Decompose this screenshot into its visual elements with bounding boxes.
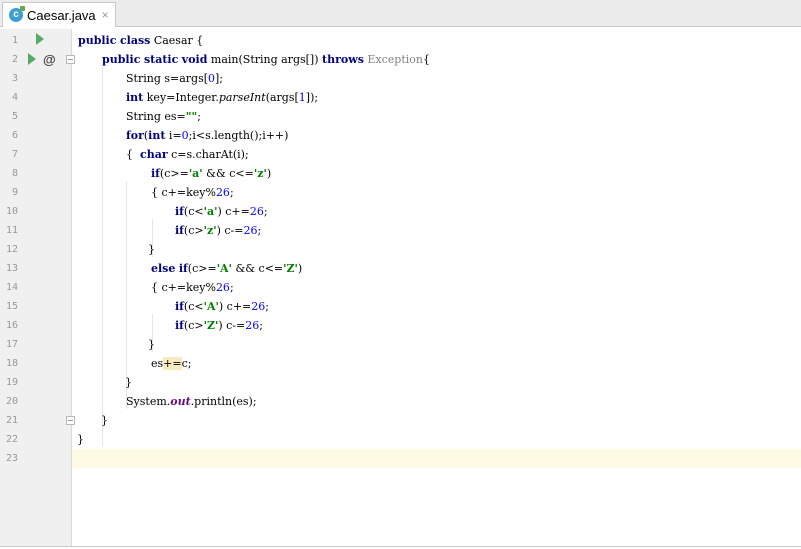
tab-caesar-java[interactable]: c Caesar.java × — [2, 2, 116, 27]
code-text: if(c>'Z') c-=26; — [175, 319, 263, 332]
code-line: 22 } — [0, 430, 801, 449]
code-text: System.out.println(es); — [126, 395, 257, 408]
code-line: 6 for(int i=0;i<s.length();i++) — [0, 126, 801, 145]
code-text: public class Caesar { — [78, 34, 204, 47]
code-line: 14 { c+=key%26; — [0, 278, 801, 297]
line-number: 18 — [5, 358, 18, 369]
line-number: 9 — [11, 187, 18, 198]
run-icon[interactable] — [28, 53, 36, 65]
code-text: es+=c; — [151, 357, 192, 370]
code-text: int key=Integer.parseInt(args[1]); — [126, 91, 319, 104]
line-number: 19 — [5, 377, 18, 388]
fold-icon[interactable] — [66, 416, 75, 425]
code-text: String s=args[0]; — [126, 72, 224, 85]
editor-tab-bar: c Caesar.java × — [0, 0, 801, 27]
line-number: 10 — [5, 206, 18, 217]
line-number: 22 — [5, 434, 18, 445]
line-number: 4 — [11, 92, 18, 103]
line-number: 5 — [11, 111, 18, 122]
line-number: 23 — [5, 453, 18, 464]
code-text: if(c<'A') c+=26; — [175, 300, 269, 313]
code-text: { c+=key%26; — [151, 281, 234, 294]
line-number: 12 — [5, 244, 18, 255]
line-number: 13 — [5, 263, 18, 274]
line-number: 17 — [5, 339, 18, 350]
line-number: 2 — [11, 54, 18, 65]
code-line: 4 int key=Integer.parseInt(args[1]); — [0, 88, 801, 107]
code-line: 16 if(c>'Z') c-=26; — [0, 316, 801, 335]
code-text: } — [125, 376, 132, 389]
line-number: 1 — [11, 35, 18, 46]
code-line: 9 { c+=key%26; — [0, 183, 801, 202]
line-number: 15 — [5, 301, 18, 312]
code-line: 18 es+=c; — [0, 354, 801, 373]
code-line: 10 if(c<'a') c+=26; — [0, 202, 801, 221]
code-text: } — [101, 414, 108, 427]
line-number: 16 — [5, 320, 18, 331]
code-line: 8 if(c>='a' && c<='z') — [0, 164, 801, 183]
code-text: } — [77, 433, 84, 446]
line-number: 21 — [5, 415, 18, 426]
code-text: { char c=s.charAt(i); — [126, 148, 249, 161]
code-text: if(c>'z') c-=26; — [175, 224, 262, 237]
code-editor[interactable]: 1 public class Caesar { 2 @ public stati… — [0, 29, 801, 547]
code-line: 20 System.out.println(es); — [0, 392, 801, 411]
fold-icon[interactable] — [66, 55, 75, 64]
current-code-line: 23 — [0, 449, 801, 468]
current-line-highlight — [72, 449, 801, 468]
code-line: 21 } — [0, 411, 801, 430]
code-text: for(int i=0;i<s.length();i++) — [126, 129, 289, 142]
line-number: 14 — [5, 282, 18, 293]
code-line: 13 else if(c>='A' && c<='Z') — [0, 259, 801, 278]
code-text: { c+=key%26; — [151, 186, 234, 199]
override-icon[interactable]: @ — [43, 50, 56, 69]
code-line: 11 if(c>'z') c-=26; — [0, 221, 801, 240]
code-text: if(c<'a') c+=26; — [175, 205, 268, 218]
line-number: 8 — [11, 168, 18, 179]
code-line: 1 public class Caesar { — [0, 31, 801, 50]
code-text: public static void main(String args[]) t… — [102, 53, 430, 66]
code-line: 15 if(c<'A') c+=26; — [0, 297, 801, 316]
line-number: 7 — [11, 149, 18, 160]
close-icon[interactable]: × — [102, 8, 109, 22]
code-line: 3 String s=args[0]; — [0, 69, 801, 88]
code-line: 5 String es=""; — [0, 107, 801, 126]
code-line: 17 } — [0, 335, 801, 354]
line-number: 6 — [11, 130, 18, 141]
line-number: 20 — [5, 396, 18, 407]
editor-bottom-border — [0, 546, 801, 547]
code-line: 19 } — [0, 373, 801, 392]
line-number: 3 — [11, 73, 18, 84]
code-line: 12 } — [0, 240, 801, 259]
code-line: 7 { char c=s.charAt(i); — [0, 145, 801, 164]
code-text: } — [148, 243, 155, 256]
code-text: else if(c>='A' && c<='Z') — [151, 262, 303, 275]
run-icon[interactable] — [36, 33, 44, 45]
code-line: 2 @ public static void main(String args[… — [0, 50, 801, 69]
code-text: String es=""; — [126, 110, 201, 123]
java-class-icon: c — [9, 6, 25, 22]
code-text: if(c>='a' && c<='z') — [151, 167, 272, 180]
line-number: 11 — [5, 225, 18, 236]
code-text: } — [148, 338, 155, 351]
tab-label: Caesar.java — [27, 7, 96, 23]
